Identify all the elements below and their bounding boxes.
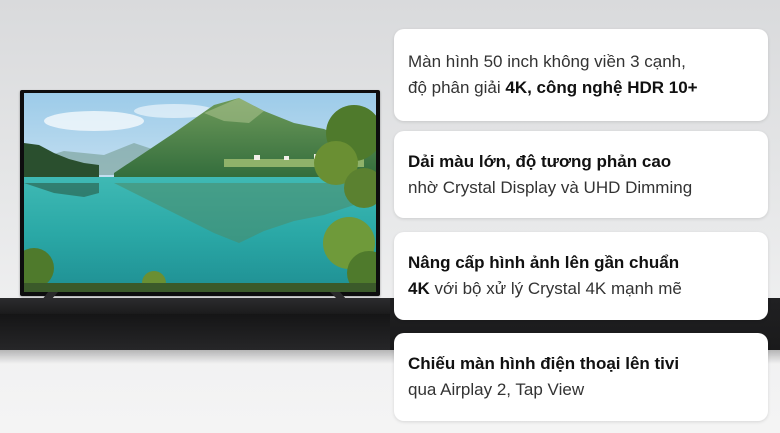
feature-text: với bộ xử lý Crystal 4K mạnh mẽ xyxy=(429,279,682,298)
tv-shelf-top xyxy=(0,298,390,314)
feature-line: Nâng cấp hình ảnh lên gần chuẩn xyxy=(408,250,758,276)
feature-card-processor: Nâng cấp hình ảnh lên gần chuẩn 4K với b… xyxy=(394,232,768,320)
feature-card-screen: Màn hình 50 inch không viền 3 cạnh, độ p… xyxy=(394,29,768,121)
feature-highlight: Nâng cấp hình ảnh lên gần chuẩn xyxy=(408,253,680,272)
feature-line: 4K với bộ xử lý Crystal 4K mạnh mẽ xyxy=(408,276,758,302)
feature-line: qua Airplay 2, Tap View xyxy=(408,377,758,403)
feature-highlight: 4K, công nghệ HDR 10+ xyxy=(505,78,698,97)
feature-line: độ phân giải 4K, công nghệ HDR 10+ xyxy=(408,75,758,101)
product-banner: Màn hình 50 inch không viền 3 cạnh, độ p… xyxy=(0,0,780,433)
feature-line: nhờ Crystal Display và UHD Dimming xyxy=(408,175,758,201)
feature-line: Màn hình 50 inch không viền 3 cạnh, xyxy=(408,49,758,75)
tv-shelf-front xyxy=(0,314,390,350)
feature-card-mirroring: Chiếu màn hình điện thoại lên tivi qua A… xyxy=(394,333,768,421)
feature-line: Dải màu lớn, độ tương phản cao xyxy=(408,149,758,175)
feature-text: độ phân giải xyxy=(408,78,506,97)
feature-highlight: Dải màu lớn, độ tương phản cao xyxy=(408,151,672,171)
feature-line: Chiếu màn hình điện thoại lên tivi xyxy=(408,351,758,377)
tv-screen-landscape-image xyxy=(24,93,376,292)
feature-highlight: Chiếu màn hình điện thoại lên tivi xyxy=(408,354,680,373)
feature-text: nhờ Crystal Display và UHD Dimming xyxy=(408,177,693,197)
feature-card-color: Dải màu lớn, độ tương phản cao nhờ Cryst… xyxy=(394,131,768,218)
feature-text: Màn hình 50 inch không viền 3 cạnh, xyxy=(408,52,686,71)
feature-highlight: 4K xyxy=(408,279,430,298)
feature-text: qua Airplay 2, Tap View xyxy=(408,380,585,399)
